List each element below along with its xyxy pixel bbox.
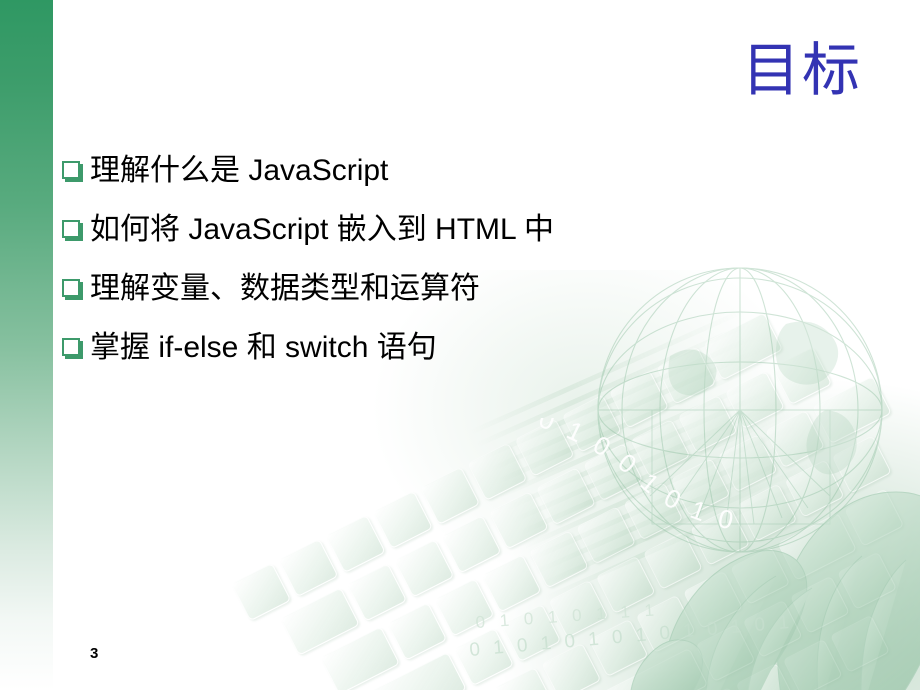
presentation-slide: 0 1 0 0 1 0 1 0 1 0 1 0 1 0 1 0 1 1 1 0 … xyxy=(0,0,920,690)
list-item-label: 理解变量、数据类型和运算符 xyxy=(90,272,480,305)
binary-bottom-row-1: 0 1 0 1 0 1 1 1 xyxy=(475,602,660,632)
list-item: 理解变量、数据类型和运算符 xyxy=(62,270,862,329)
list-item: 如何将 JavaScript 嵌入到 HTML 中 xyxy=(62,211,862,270)
list-item-label: 理解什么是 JavaScript xyxy=(90,154,389,187)
objectives-list: 理解什么是 JavaScript 如何将 JavaScript 嵌入到 HTML… xyxy=(62,152,862,388)
hollow-square-bullet-icon xyxy=(62,338,83,359)
list-item: 掌握 if-else 和 switch 语句 xyxy=(62,329,862,388)
left-accent-bar xyxy=(0,0,53,690)
binary-digits-bottom: 0 1 0 1 0 1 1 1 0 1 0 1 0 1 0 1 0 1 0 1 … xyxy=(470,602,800,661)
list-item: 理解什么是 JavaScript xyxy=(62,152,862,211)
hollow-square-bullet-icon xyxy=(62,279,83,300)
list-item-label: 如何将 JavaScript 嵌入到 HTML 中 xyxy=(90,213,554,246)
binary-arc-text: 0 1 0 0 1 0 1 0 1 0 1 xyxy=(528,418,746,538)
binary-bottom-row-2: 0 1 0 1 0 1 0 1 0 1 0 1 0 1 0 1 0 xyxy=(470,606,800,661)
list-item-label: 掌握 if-else 和 switch 语句 xyxy=(90,331,437,364)
svg-text:0 1 0 0 1 0 1 0 1 0 1: 0 1 0 0 1 0 1 0 1 0 1 xyxy=(528,418,750,538)
binary-digits-arc: 0 1 0 0 1 0 1 0 1 0 1 xyxy=(528,418,750,538)
page-number: 3 xyxy=(90,645,99,662)
hollow-square-bullet-icon xyxy=(62,161,83,182)
slide-title: 目标 xyxy=(741,38,862,103)
hollow-square-bullet-icon xyxy=(62,220,83,241)
